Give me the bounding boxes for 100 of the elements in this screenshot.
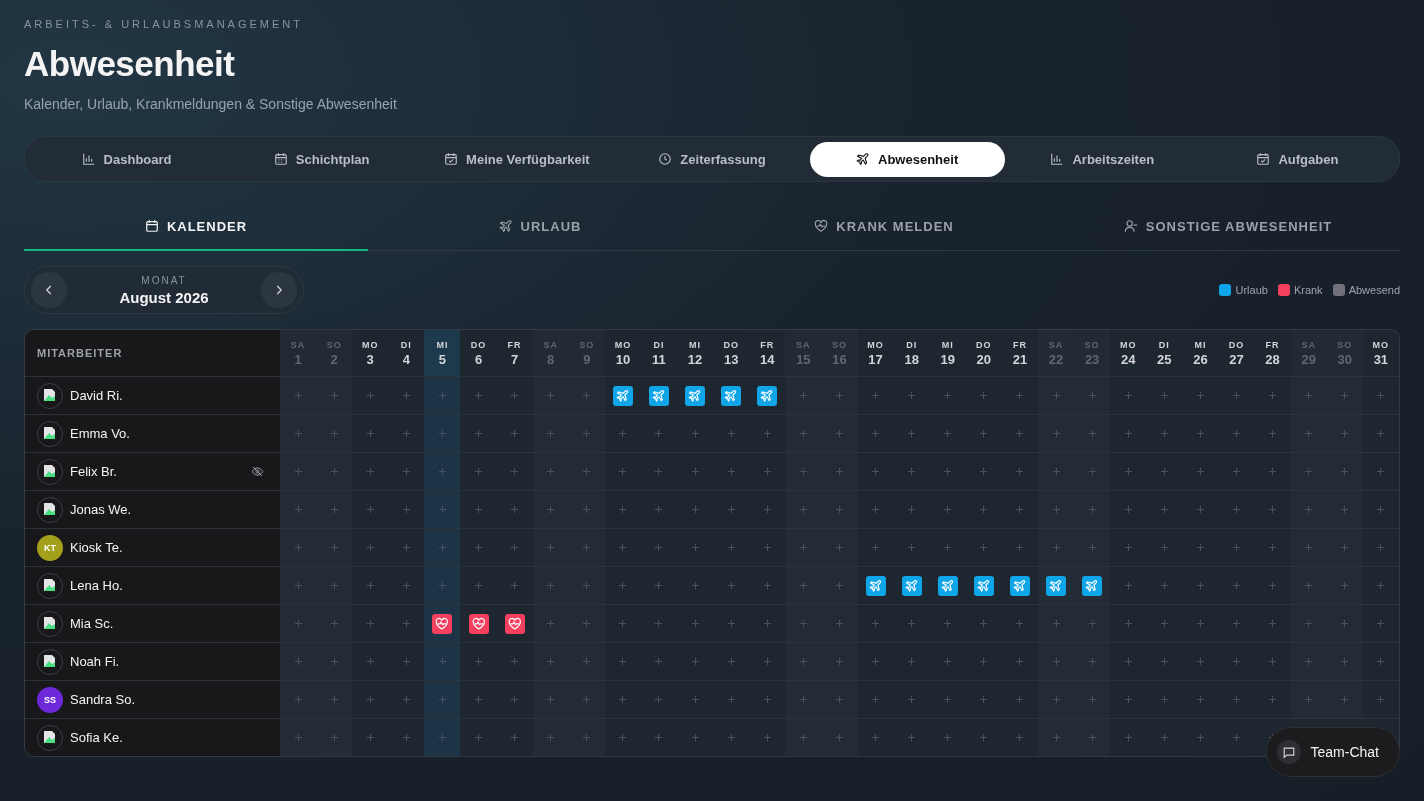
add-icon[interactable] (871, 733, 881, 742)
add-icon[interactable] (690, 619, 700, 628)
next-month-button[interactable] (261, 272, 297, 308)
add-icon[interactable] (1159, 505, 1169, 514)
add-icon[interactable] (1051, 391, 1061, 400)
sub-tab[interactable]: KALENDER (24, 203, 368, 251)
add-icon[interactable] (618, 695, 628, 704)
add-icon[interactable] (1123, 657, 1133, 666)
add-icon[interactable] (1376, 619, 1386, 628)
add-icon[interactable] (1340, 543, 1350, 552)
add-icon[interactable] (943, 657, 953, 666)
add-icon[interactable] (1159, 657, 1169, 666)
add-icon[interactable] (871, 543, 881, 552)
add-icon[interactable] (510, 543, 520, 552)
add-icon[interactable] (546, 467, 556, 476)
add-icon[interactable] (907, 695, 917, 704)
add-icon[interactable] (1340, 657, 1350, 666)
add-icon[interactable] (1268, 391, 1278, 400)
add-icon[interactable] (1268, 619, 1278, 628)
add-icon[interactable] (726, 467, 736, 476)
add-icon[interactable] (582, 467, 592, 476)
sub-tab[interactable]: SONSTIGE ABWESENHEIT (1056, 203, 1400, 251)
add-icon[interactable] (1123, 619, 1133, 628)
add-icon[interactable] (437, 391, 447, 400)
add-icon[interactable] (798, 695, 808, 704)
add-icon[interactable] (726, 581, 736, 590)
nav-tab[interactable]: Schichtplan (224, 141, 420, 177)
nav-tab[interactable]: Meine Verfügbarkeit (419, 141, 615, 177)
add-icon[interactable] (1087, 543, 1097, 552)
add-icon[interactable] (618, 657, 628, 666)
add-icon[interactable] (654, 733, 664, 742)
add-icon[interactable] (654, 429, 664, 438)
add-icon[interactable] (1340, 505, 1350, 514)
add-icon[interactable] (474, 733, 483, 742)
add-icon[interactable] (1195, 543, 1205, 552)
add-icon[interactable] (1015, 505, 1025, 514)
add-icon[interactable] (907, 657, 917, 666)
add-icon[interactable] (546, 581, 556, 590)
vacation-plane-icon[interactable] (685, 385, 706, 406)
add-icon[interactable] (1268, 657, 1278, 666)
sub-tab[interactable]: KRANK MELDEN (712, 203, 1056, 251)
add-icon[interactable] (329, 619, 339, 628)
add-icon[interactable] (510, 657, 520, 666)
add-icon[interactable] (726, 619, 736, 628)
add-icon[interactable] (726, 733, 736, 742)
add-icon[interactable] (293, 619, 303, 628)
add-icon[interactable] (1159, 695, 1169, 704)
add-icon[interactable] (401, 505, 411, 514)
add-icon[interactable] (690, 657, 700, 666)
add-icon[interactable] (871, 505, 881, 514)
add-icon[interactable] (293, 733, 303, 742)
team-chat-button[interactable]: Team-Chat (1265, 727, 1400, 777)
add-icon[interactable] (582, 619, 592, 628)
add-icon[interactable] (1304, 543, 1314, 552)
add-icon[interactable] (546, 733, 556, 742)
add-icon[interactable] (293, 695, 303, 704)
add-icon[interactable] (1123, 733, 1133, 742)
add-icon[interactable] (1087, 695, 1097, 704)
vacation-plane-icon[interactable] (649, 385, 669, 406)
add-icon[interactable] (365, 429, 375, 438)
nav-tab[interactable]: Abwesenheit (809, 141, 1005, 177)
add-icon[interactable] (1159, 429, 1169, 438)
add-icon[interactable] (401, 695, 411, 704)
add-icon[interactable] (762, 429, 772, 438)
add-icon[interactable] (401, 543, 411, 552)
add-icon[interactable] (437, 505, 447, 514)
add-icon[interactable] (365, 657, 375, 666)
add-icon[interactable] (1340, 695, 1350, 704)
add-icon[interactable] (1232, 619, 1241, 628)
add-icon[interactable] (1376, 391, 1386, 400)
add-icon[interactable] (437, 695, 447, 704)
add-icon[interactable] (943, 695, 953, 704)
add-icon[interactable] (1232, 733, 1241, 742)
add-icon[interactable] (1015, 695, 1025, 704)
add-icon[interactable] (437, 467, 447, 476)
add-icon[interactable] (1304, 429, 1314, 438)
add-icon[interactable] (582, 505, 592, 514)
add-icon[interactable] (1051, 467, 1061, 476)
add-icon[interactable] (582, 695, 592, 704)
add-icon[interactable] (943, 391, 953, 400)
add-icon[interactable] (1015, 657, 1025, 666)
add-icon[interactable] (618, 467, 628, 476)
add-icon[interactable] (1376, 581, 1386, 590)
add-icon[interactable] (654, 657, 664, 666)
add-icon[interactable] (1051, 505, 1061, 514)
add-icon[interactable] (943, 429, 953, 438)
add-icon[interactable] (474, 391, 483, 400)
add-icon[interactable] (943, 467, 953, 476)
add-icon[interactable] (871, 695, 881, 704)
add-icon[interactable] (437, 733, 447, 742)
add-icon[interactable] (546, 429, 556, 438)
add-icon[interactable] (1268, 429, 1278, 438)
add-icon[interactable] (1340, 467, 1350, 476)
add-icon[interactable] (1268, 543, 1278, 552)
add-icon[interactable] (762, 581, 772, 590)
add-icon[interactable] (690, 581, 700, 590)
add-icon[interactable] (1232, 543, 1241, 552)
add-icon[interactable] (979, 657, 989, 666)
add-icon[interactable] (907, 505, 917, 514)
add-icon[interactable] (1051, 733, 1061, 742)
